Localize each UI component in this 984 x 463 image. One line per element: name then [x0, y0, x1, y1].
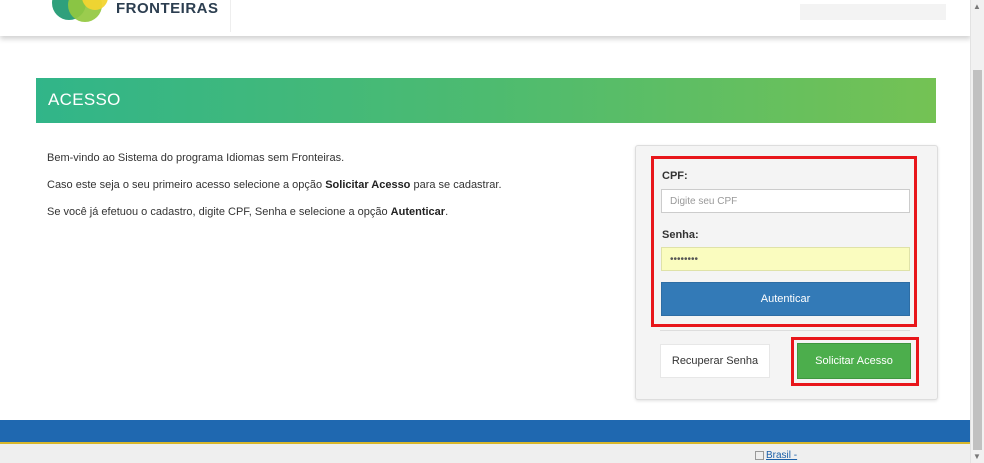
- intro-line-3-post: .: [445, 206, 449, 218]
- site-header: FRONTEIRAS: [0, 0, 971, 36]
- intro-line-3-bold: Autenticar: [390, 206, 446, 218]
- page-banner: ACESSO: [36, 78, 936, 123]
- intro-line-2: Caso este seja o seu primeiro acesso sel…: [47, 178, 502, 193]
- intro-line-2-bold: Solicitar Acesso: [325, 179, 411, 191]
- footer-bar: [0, 420, 971, 444]
- broken-image-icon: [755, 450, 764, 460]
- password-input[interactable]: [661, 247, 910, 271]
- password-label: Senha:: [662, 229, 699, 241]
- scroll-down-arrow-icon[interactable]: ▼: [973, 452, 981, 461]
- brasil-link[interactable]: Brasil -: [755, 450, 797, 461]
- header-right-area: [800, 4, 946, 20]
- brasil-link-label: Brasil -: [766, 450, 798, 461]
- cpf-label: CPF:: [662, 170, 688, 182]
- header-divider: [230, 0, 231, 32]
- cpf-input[interactable]: [661, 189, 910, 213]
- intro-line-2-post: para se cadastrar.: [410, 179, 502, 191]
- intro-line-3: Se você já efetuou o cadastro, digite CP…: [47, 205, 502, 220]
- request-access-button[interactable]: Solicitar Acesso: [797, 343, 911, 379]
- intro-line-3-pre: Se você já efetuou o cadastro, digite CP…: [47, 206, 391, 218]
- page-scrollbar[interactable]: ▲ ▼: [970, 0, 984, 463]
- page-title: ACESSO: [48, 90, 121, 109]
- brand-text: FRONTEIRAS: [116, 0, 219, 17]
- logo[interactable]: [52, 0, 108, 26]
- footer-bottom: [0, 444, 971, 463]
- panel-divider: [660, 330, 910, 331]
- authenticate-button[interactable]: Autenticar: [661, 282, 910, 316]
- intro-text: Bem-vindo ao Sistema do programa Idiomas…: [47, 151, 502, 232]
- intro-line-2-pre: Caso este seja o seu primeiro acesso sel…: [47, 179, 326, 191]
- recover-password-button[interactable]: Recuperar Senha: [660, 344, 770, 378]
- scroll-up-arrow-icon[interactable]: ▲: [973, 2, 981, 11]
- intro-line-1: Bem-vindo ao Sistema do programa Idiomas…: [47, 152, 345, 164]
- scroll-thumb[interactable]: [973, 70, 982, 450]
